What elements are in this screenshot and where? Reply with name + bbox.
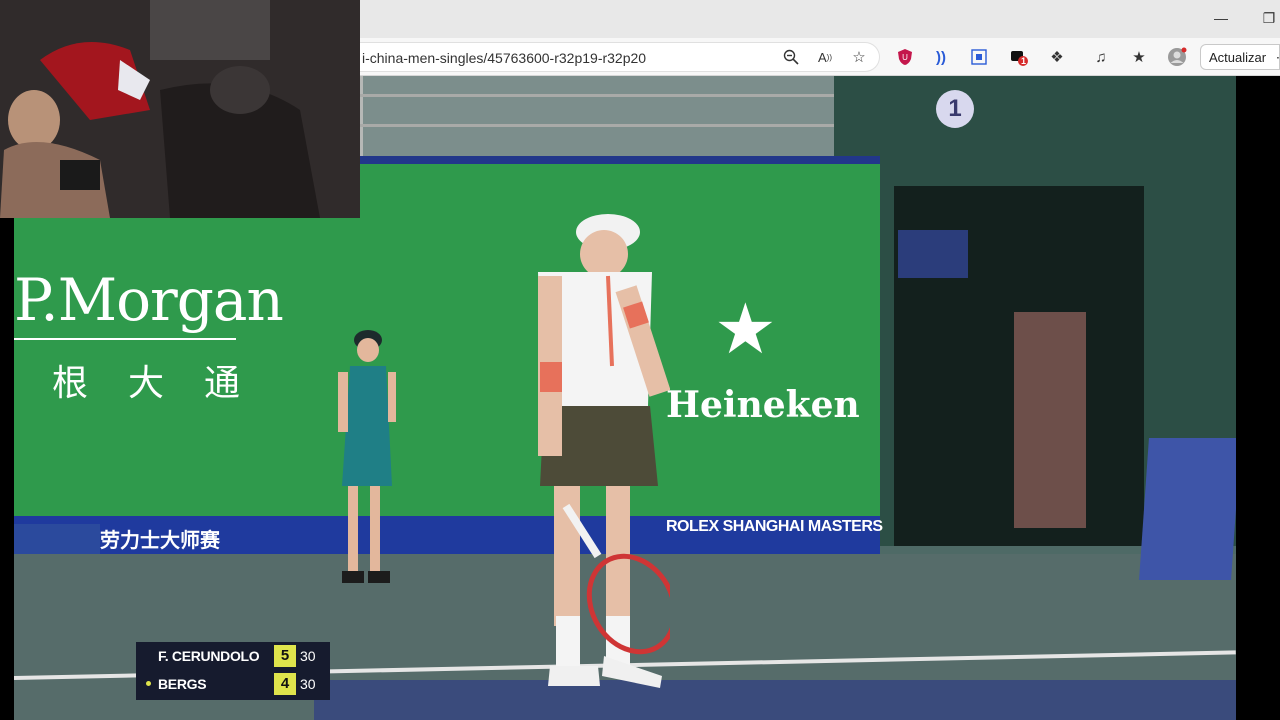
- sponsor-jpmorgan-cn: 根大通: [52, 363, 281, 404]
- extension-badge-count: 1: [1021, 56, 1027, 66]
- read-aloud-icon[interactable]: A)): [814, 46, 836, 68]
- court-inner: [314, 680, 1236, 720]
- tunnel-door: [1014, 312, 1086, 528]
- address-bar-url[interactable]: i-china-men-singles/45763600-r32p19-r32p…: [362, 50, 646, 66]
- player1-name: F. CERUNDOLO: [158, 648, 260, 664]
- heineken-star-icon: ★: [714, 290, 777, 368]
- extensions-puzzle-icon[interactable]: ❖: [1046, 46, 1068, 68]
- ball-kid: [338, 330, 396, 583]
- sponsor-underline: [14, 338, 236, 340]
- screen: — ❐ i-china-men-singles/45763600-r32p19-…: [0, 0, 1280, 720]
- tennis-player: [538, 214, 670, 688]
- restore-icon[interactable]: ❐: [1258, 8, 1280, 28]
- browser-toolbar: i-china-men-singles/45763600-r32p19-r32p…: [360, 38, 1280, 76]
- sponsor-jpmorgan-logo: P.Morgan: [14, 266, 284, 334]
- favorites-list-icon[interactable]: ★: [1128, 46, 1150, 68]
- score-row-player2: BERGS 4 30: [136, 670, 330, 698]
- court-number-badge: 1: [936, 90, 974, 128]
- rolex-banner-en: ROLEX SHANGHAI MASTERS: [666, 518, 883, 535]
- webcam-overlay: [0, 0, 360, 218]
- scoreboard: F. CERUNDOLO 5 30 BERGS 4 30: [136, 642, 330, 700]
- shield-extension-icon[interactable]: U: [894, 46, 916, 68]
- webcam-feed: [0, 0, 360, 218]
- player1-points: 30: [300, 648, 316, 664]
- browser-titlebar: — ❐: [360, 0, 1280, 38]
- address-bar[interactable]: i-china-men-singles/45763600-r32p19-r32p…: [360, 42, 880, 72]
- more-icon[interactable]: ⋯: [1276, 50, 1280, 65]
- audio-extension-icon[interactable]: )): [930, 46, 952, 68]
- serve-indicator-icon: [146, 681, 151, 686]
- profile-avatar-icon[interactable]: [1166, 46, 1188, 68]
- player2-games: 4: [274, 673, 296, 695]
- sponsor-heineken-logo: Heineken: [666, 384, 860, 426]
- extension-badge-icon[interactable]: 1: [1008, 46, 1030, 68]
- player1-games: 5: [274, 645, 296, 667]
- media-control-icon[interactable]: ♫: [1090, 46, 1112, 68]
- player2-name: BERGS: [158, 676, 207, 692]
- svg-text:U: U: [902, 53, 908, 62]
- railing-bar: [360, 124, 840, 127]
- rolex-banner-cn: 劳力士大师赛: [100, 530, 220, 552]
- favorite-star-icon[interactable]: ☆: [848, 46, 870, 68]
- score-row-player1: F. CERUNDOLO 5 30: [136, 642, 330, 670]
- update-button-label: Actualizar: [1209, 50, 1267, 65]
- letterbox-bar: [1236, 76, 1280, 720]
- minimize-icon[interactable]: —: [1210, 8, 1232, 28]
- tunnel-sign: [898, 230, 968, 278]
- courtside-box: [1139, 438, 1236, 580]
- screenshot-extension-icon[interactable]: [968, 46, 990, 68]
- zoom-icon[interactable]: [780, 46, 802, 68]
- railing-bar: [360, 94, 840, 97]
- update-button[interactable]: Actualizar ⋯: [1200, 44, 1280, 70]
- player2-points: 30: [300, 676, 316, 692]
